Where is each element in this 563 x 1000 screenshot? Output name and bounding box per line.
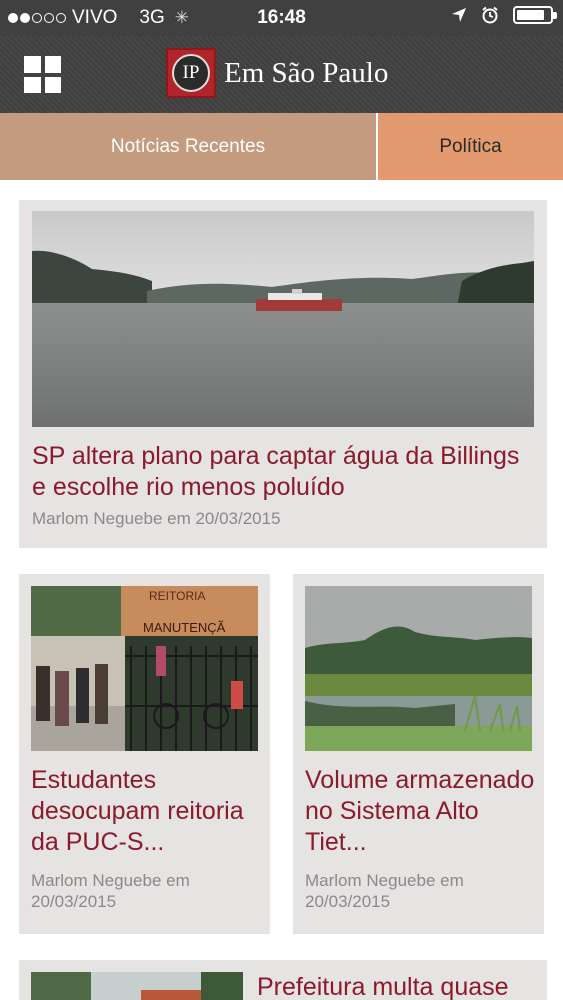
reservoir-boat-photo [32,211,534,427]
article-title[interactable]: Estudantes desocupam reitoria da PUC-S..… [31,765,263,858]
app-title: Em São Paulo [224,56,389,89]
article-card-featured[interactable]: SP altera plano para captar água da Bill… [19,200,547,548]
article-title[interactable]: SP altera plano para captar água da Bill… [32,441,537,503]
alarm-clock-icon [482,6,498,24]
article-byline: Marlom Neguebe em 20/03/2015 [32,509,281,528]
menu-grid-icon[interactable] [24,56,61,93]
logo-badge: IP [166,48,216,98]
category-tabs: Notícias Recentes Política [0,113,563,180]
article-card-alto-tiete[interactable]: Volume armazenado no Sistema Alto Tiet..… [293,574,544,934]
lake-trees-photo [305,586,532,751]
article-byline: Marlom Neguebe em 20/03/2015 [31,871,190,911]
tab-noticias-recentes[interactable]: Notícias Recentes [0,113,378,180]
protest-sign-text-2: MANUTENÇÃ [143,620,226,635]
battery-icon [513,6,557,24]
location-arrow-icon [452,8,466,22]
tab-politica[interactable]: Política [378,113,563,180]
app-header: IP Em São Paulo [0,36,563,113]
article-card-students[interactable]: REITORIA MANUTENÇÃ Estudantes desocupam … [19,574,270,934]
article-title[interactable]: Prefeitura multa quase [257,972,542,1000]
app-logo: IP Em São Paulo [166,48,388,98]
protest-sign-text-1: REITORIA [149,589,205,603]
article-card-prefeitura[interactable]: Prefeitura multa quase [19,960,547,1000]
article-title[interactable]: Volume armazenado no Sistema Alto Tiet..… [305,765,537,858]
building-photo [31,972,243,1000]
protest-gate-photo: REITORIA MANUTENÇÃ [31,586,258,751]
logo-initials: IP [172,54,210,92]
status-bar: VIVO 3G ✳ 16:48 [0,0,563,36]
article-byline: Marlom Neguebe em 20/03/2015 [305,871,464,911]
